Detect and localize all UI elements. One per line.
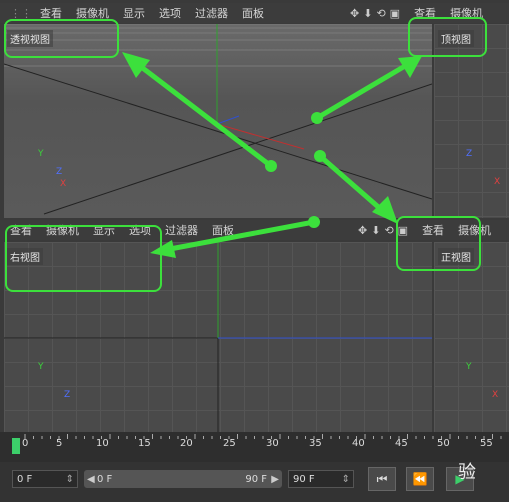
- start-frame-field[interactable]: 0 F ⇕: [12, 470, 78, 488]
- timeline-ticks: [24, 434, 502, 439]
- tick-15: 15: [138, 438, 151, 449]
- menu-panel[interactable]: 面板: [242, 5, 264, 21]
- move-icon[interactable]: ✥: [358, 224, 367, 237]
- range-start-value: 0 F: [97, 474, 113, 485]
- go-to-start-button[interactable]: ⏮: [368, 467, 396, 491]
- tick-55: 55: [480, 438, 493, 449]
- arrow-down-icon[interactable]: ⬇: [371, 224, 380, 237]
- tick-10: 10: [96, 438, 109, 449]
- axis-y-label: Y: [466, 362, 472, 372]
- tick-0: 0: [22, 438, 29, 449]
- menu-filter[interactable]: 过滤器: [195, 5, 228, 21]
- menu-filter[interactable]: 过滤器: [165, 222, 198, 238]
- axis-x-label: X: [492, 390, 499, 400]
- rewind-button[interactable]: ⏪: [406, 467, 434, 491]
- tick-20: 20: [180, 438, 193, 449]
- axis-y-label: Y: [38, 149, 44, 159]
- rotate-icon[interactable]: ⟲: [376, 7, 385, 20]
- highlight-right-label: [5, 225, 162, 292]
- tick-45: 45: [395, 438, 408, 449]
- menu-options[interactable]: 选项: [159, 5, 181, 21]
- axis-y-label: Y: [38, 362, 44, 372]
- tick-50: 50: [437, 438, 450, 449]
- rotate-icon[interactable]: ⟲: [384, 224, 393, 237]
- axis-x-label: X: [60, 179, 67, 189]
- end-frame-field[interactable]: 90 F ⇕: [288, 470, 354, 488]
- layout-icon[interactable]: ▣: [390, 7, 400, 20]
- arrow-down-icon[interactable]: ⬇: [363, 7, 372, 20]
- axis-x-label: X: [494, 177, 501, 187]
- menu-display[interactable]: 显示: [123, 5, 145, 21]
- tick-40: 40: [352, 438, 365, 449]
- front-axis-gizmo: Y X: [462, 362, 502, 402]
- watermark: 验: [458, 462, 476, 483]
- range-end-value: 90 F: [245, 474, 267, 485]
- highlight-perspective-label: [4, 19, 119, 58]
- axis-z-label: Z: [56, 167, 63, 177]
- highlight-top-label: [408, 17, 487, 57]
- stepper-icon[interactable]: ⇕: [66, 471, 74, 489]
- right-handle-icon[interactable]: ▶: [271, 471, 279, 489]
- axis-z-label: Z: [466, 149, 473, 159]
- tick-30: 30: [266, 438, 279, 449]
- tick-5: 5: [56, 438, 63, 449]
- stepper-icon[interactable]: ⇕: [342, 471, 350, 489]
- left-handle-icon[interactable]: ◀: [87, 471, 95, 489]
- highlight-front-label: [396, 216, 481, 271]
- right-axis-gizmo: Y Z: [34, 362, 74, 402]
- range-slider[interactable]: 0 F 90 F ◀ ▶: [84, 470, 282, 488]
- move-icon[interactable]: ✥: [350, 7, 359, 20]
- top-axis-gizmo: Z X: [464, 149, 504, 189]
- tick-25: 25: [223, 438, 236, 449]
- grip-icon: ⋮⋮: [10, 6, 32, 20]
- perspective-axis-gizmo: Y Z X: [34, 149, 74, 189]
- axis-z-label: Z: [64, 390, 71, 400]
- menu-panel[interactable]: 面板: [212, 222, 234, 238]
- timeline[interactable]: [0, 432, 509, 462]
- tick-35: 35: [309, 438, 322, 449]
